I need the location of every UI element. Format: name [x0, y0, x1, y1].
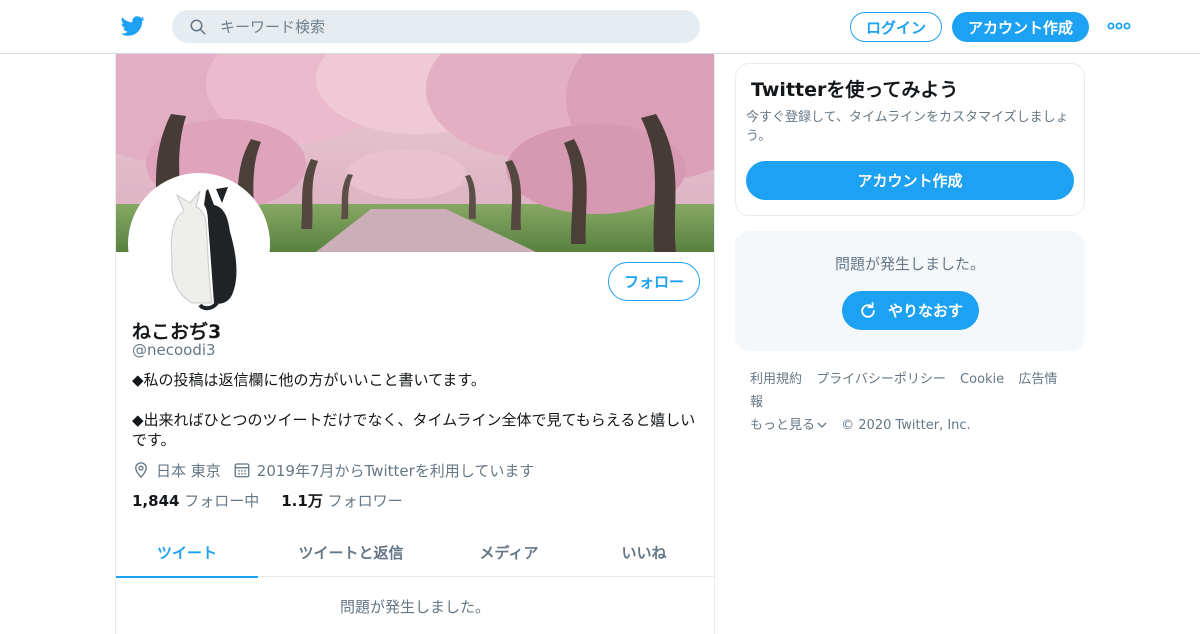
following-count-link[interactable]: 1,844 フォロー中	[132, 490, 259, 511]
calendar-icon	[234, 463, 250, 478]
profile-location: 日本 東京	[132, 460, 221, 481]
top-navigation-bar: ログイン アカウント作成	[0, 0, 1200, 54]
profile-tabs: ツイート ツイートと返信 メディア いいね	[116, 528, 714, 578]
follow-button[interactable]: フォロー	[608, 262, 700, 301]
sidebar-error-message: 問題が発生しました。	[834, 255, 985, 273]
twitter-bird-icon[interactable]	[120, 14, 146, 38]
footer-link-more[interactable]: もっと見る	[750, 418, 827, 433]
footer-links: 利用規約 プライバシーポリシー Cookie 広告情報 もっと見る © 2020…	[750, 368, 1080, 437]
more-options-icon[interactable]	[1106, 18, 1132, 34]
footer-copyright: © 2020 Twitter, Inc.	[841, 418, 971, 433]
sidebar-error-card: 問題が発生しました。 やりなおす	[735, 231, 1085, 351]
profile-stats: 1,844 フォロー中 1.1万 フォロワー	[132, 490, 425, 511]
login-button[interactable]: ログイン	[850, 12, 942, 42]
refresh-icon	[861, 301, 875, 318]
tab-media[interactable]: メディア	[444, 528, 574, 577]
profile-column: フォロー ねこおぢ3 @necoodi3 ◆私の投稿は返信欄に他の方がいいこと書…	[115, 54, 715, 634]
join-date-text: 2019年7月からTwitterを利用しています	[256, 461, 535, 480]
footer-link-privacy[interactable]: プライバシーポリシー	[816, 372, 946, 387]
profile-join-date: 2019年7月からTwitterを利用しています	[233, 460, 535, 481]
followers-count: 1.1万	[281, 492, 323, 510]
signup-card-description: 今すぐ登録して、タイムラインをカスタマイズしましょう。	[746, 110, 1069, 144]
profile-display-name: ねこおぢ3	[132, 321, 222, 343]
search-icon	[190, 19, 206, 35]
profile-meta: 日本 東京 2019年7月からTwitterを利用しています	[132, 460, 546, 480]
signup-prompt-card: Twitterを使ってみよう 今すぐ登録して、タイムラインをカスタマイズしましょ…	[735, 63, 1085, 216]
footer-more-label: もっと見る	[750, 418, 816, 433]
following-count: 1,844	[132, 492, 180, 510]
timeline-error-message: 問題が発生しました。	[339, 598, 490, 616]
bio-line: ◆出来ればひとつのツイートだけでなく、タイムライン全体で見てもらえると嬉しいです…	[132, 411, 696, 449]
following-label: フォロー中	[184, 492, 260, 510]
tab-tweets[interactable]: ツイート	[116, 528, 258, 578]
search-input[interactable]	[220, 10, 680, 43]
profile-bio: ◆私の投稿は返信欄に他の方がいいこと書いてます。 ◆出来ればひとつのツイートだけ…	[132, 370, 702, 450]
retry-button-label: やりなおす	[887, 302, 963, 320]
signup-button[interactable]: アカウント作成	[952, 12, 1089, 42]
followers-count-link[interactable]: 1.1万 フォロワー	[281, 490, 402, 511]
footer-link-cookie[interactable]: Cookie	[960, 372, 1004, 387]
footer-link-terms[interactable]: 利用規約	[750, 372, 802, 387]
signup-card-button[interactable]: アカウント作成	[746, 161, 1074, 200]
profile-avatar[interactable]	[128, 173, 270, 315]
tab-tweets-and-replies[interactable]: ツイートと返信	[258, 528, 444, 577]
location-text: 日本 東京	[156, 461, 221, 480]
chevron-down-icon	[817, 422, 827, 428]
signup-card-title: Twitterを使ってみよう	[751, 79, 959, 101]
location-pin-icon	[135, 462, 147, 479]
tab-likes[interactable]: いいね	[574, 528, 714, 577]
cats-avatar-image	[132, 177, 266, 311]
retry-button[interactable]: やりなおす	[842, 291, 979, 330]
profile-handle[interactable]: @necoodi3	[132, 341, 216, 359]
bio-line: ◆私の投稿は返信欄に他の方がいいこと書いてます。	[132, 371, 486, 389]
search-bar	[172, 10, 700, 43]
followers-label: フォロワー	[327, 492, 403, 510]
